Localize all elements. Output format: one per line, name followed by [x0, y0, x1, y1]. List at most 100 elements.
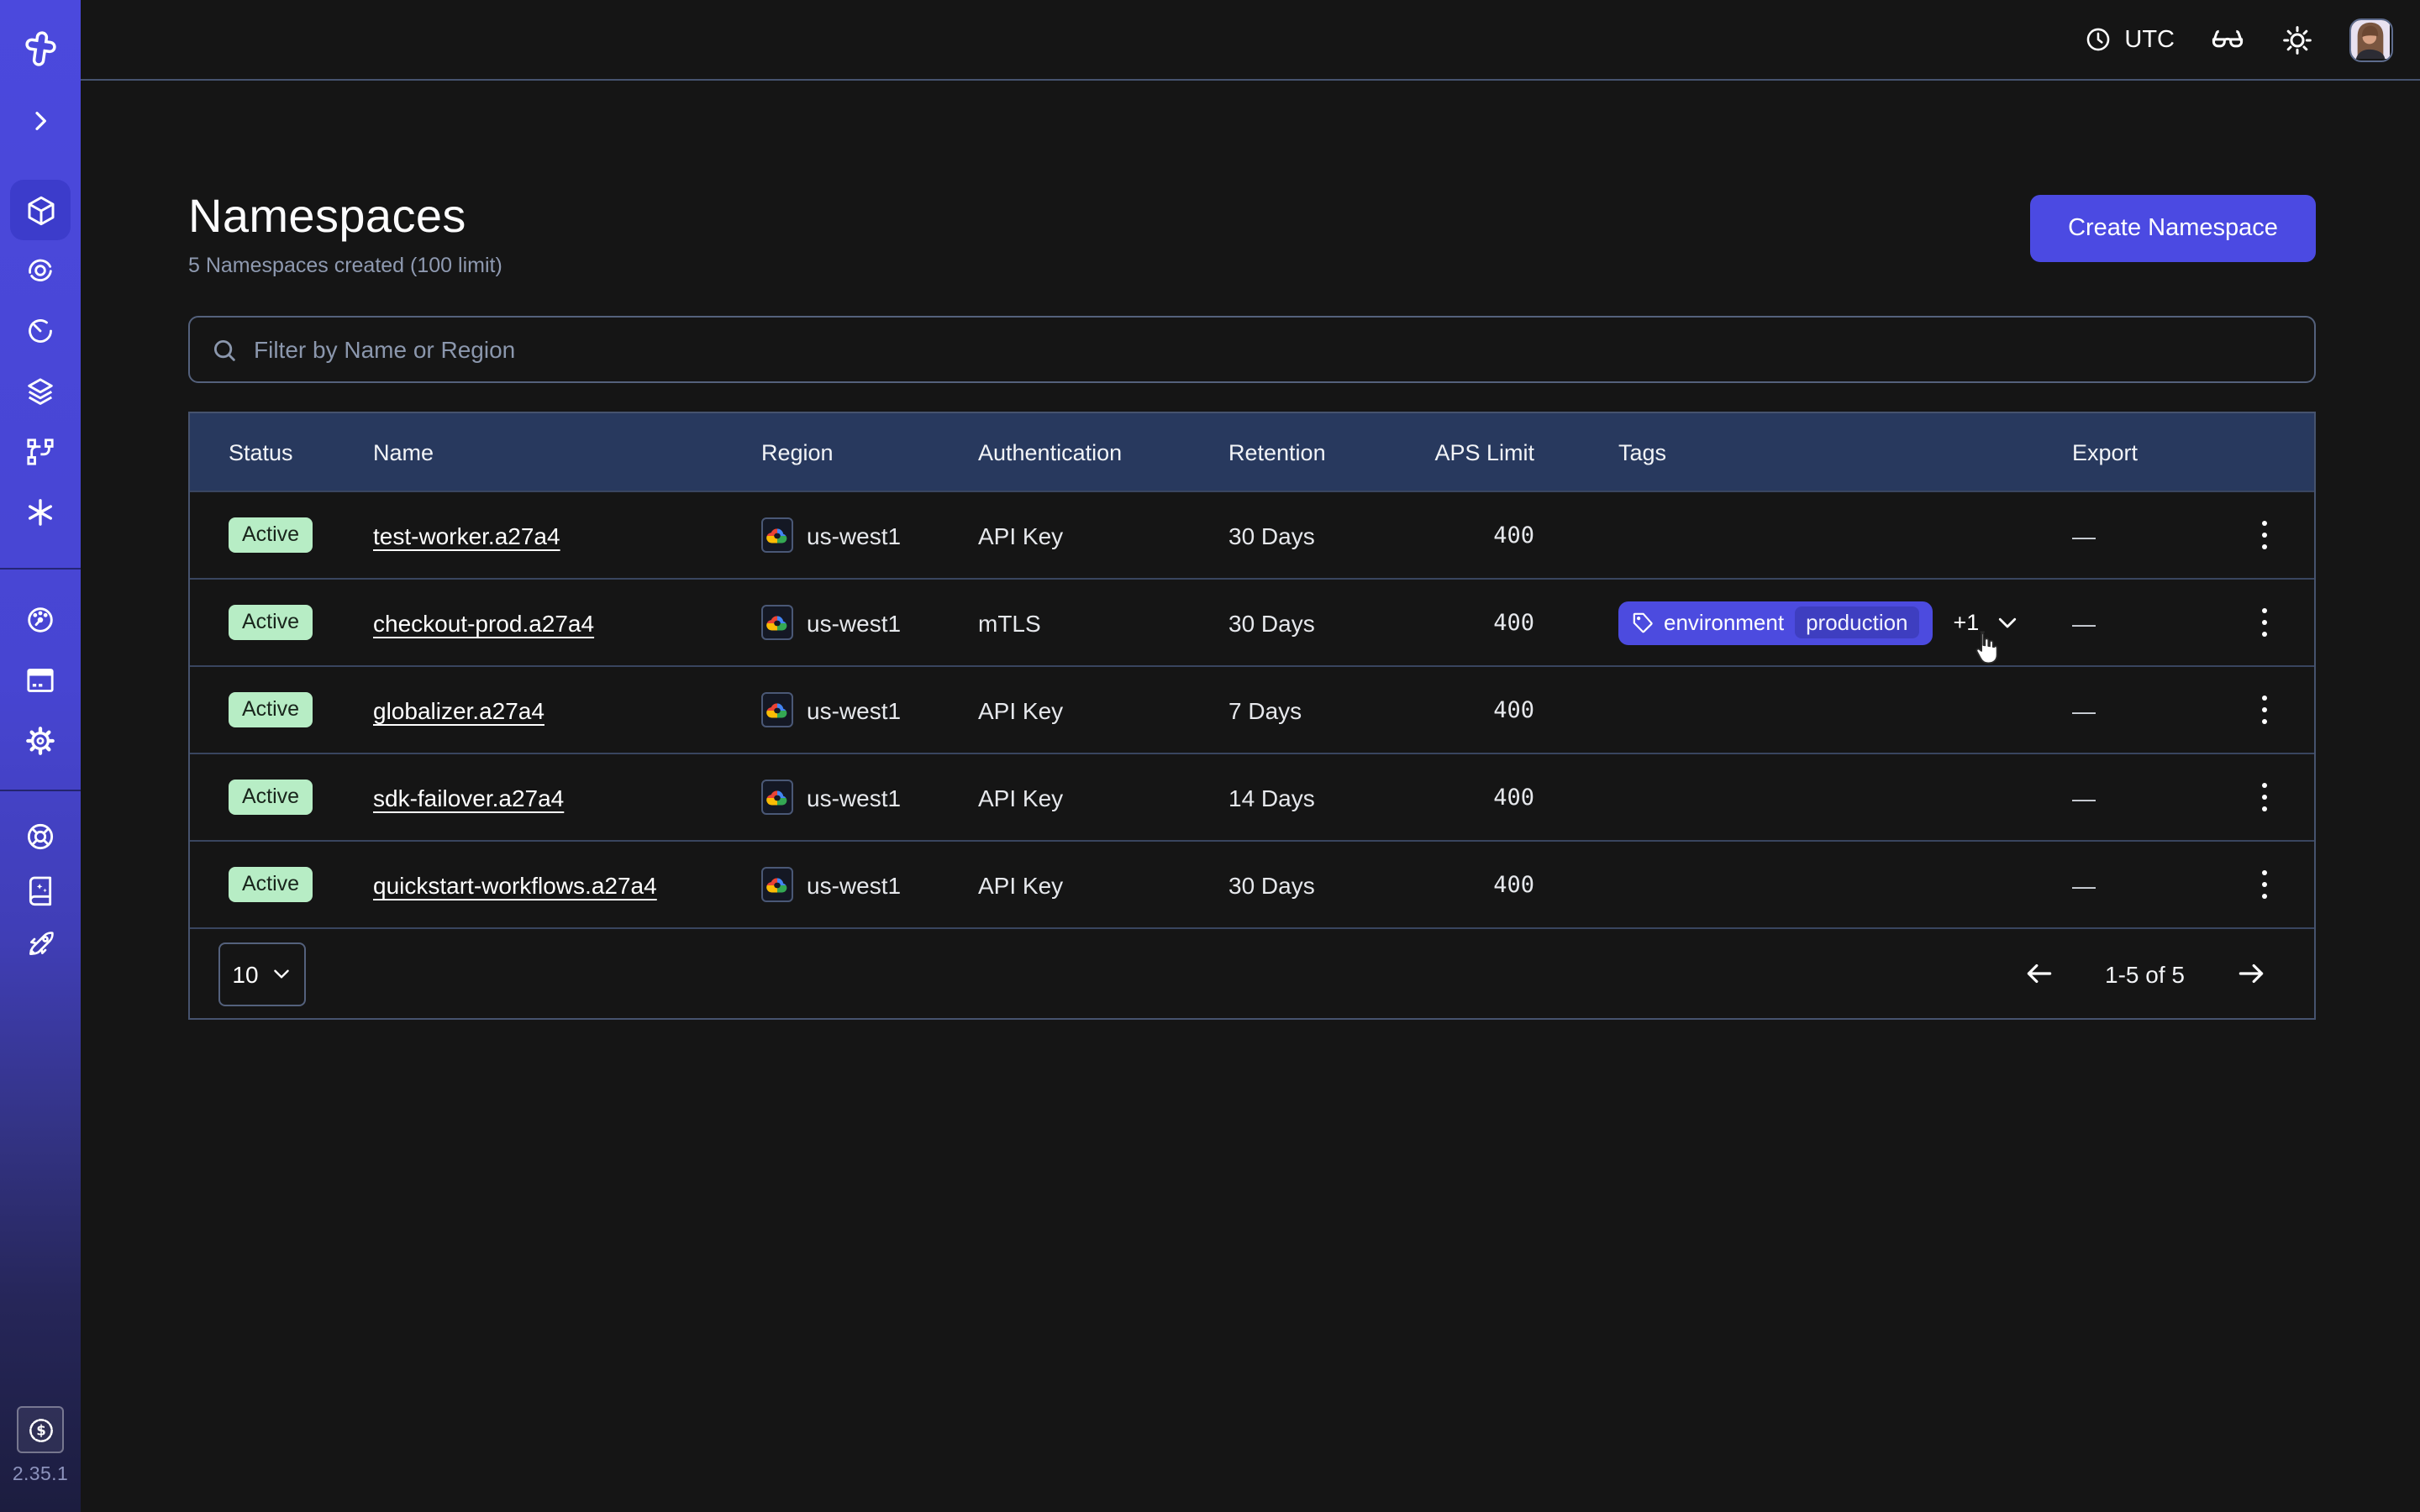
cube-icon — [23, 192, 58, 228]
sidebar-item-nexus[interactable] — [10, 482, 71, 543]
dollar-seal-icon: $ — [24, 1414, 56, 1446]
avatar-photo — [2351, 19, 2390, 58]
tags-cell: environment production +1 — [1555, 601, 2045, 644]
region-label: us-west1 — [807, 871, 901, 898]
temporal-logo-icon[interactable] — [10, 24, 71, 74]
status-badge: Active — [229, 780, 313, 815]
iris-icon — [24, 254, 57, 287]
table-row[interactable]: Active sdk-failover.a27a4 us-west1 API K… — [190, 753, 2314, 840]
sun-icon — [2281, 23, 2314, 56]
sidebar-item-workflows[interactable] — [10, 240, 71, 301]
namespace-link[interactable]: sdk-failover.a27a4 — [373, 784, 564, 811]
glasses-icon — [2210, 22, 2245, 57]
retention-value: 30 Days — [1202, 522, 1392, 549]
sidebar-item-deployments[interactable] — [10, 361, 71, 422]
svg-text:$: $ — [35, 1422, 45, 1438]
prev-page-button[interactable] — [2016, 951, 2061, 996]
page-title: Namespaces — [188, 190, 502, 244]
tag-pill[interactable]: environment production — [1618, 601, 1933, 644]
page-size-value: 10 — [232, 960, 258, 987]
export-value: — — [2072, 696, 2096, 723]
create-namespace-button[interactable]: Create Namespace — [2030, 195, 2316, 262]
tag-key: environment — [1664, 610, 1784, 635]
sidebar: $ 2.35.1 — [0, 0, 81, 1512]
pagination-range: 1-5 of 5 — [2105, 960, 2185, 987]
col-aps-limit: APS Limit — [1392, 439, 1555, 465]
labs-toggle-button[interactable] — [2210, 22, 2245, 57]
row-menu-button[interactable] — [2251, 685, 2277, 735]
status-badge: Active — [229, 605, 313, 640]
retention-value: 14 Days — [1202, 784, 1392, 811]
export-value: — — [2072, 784, 2096, 811]
region-label: us-west1 — [807, 696, 901, 723]
next-page-button[interactable] — [2228, 951, 2274, 996]
namespace-link[interactable]: globalizer.a27a4 — [373, 696, 544, 723]
filter-bar — [188, 316, 2316, 383]
row-menu-button[interactable] — [2251, 773, 2277, 822]
table-row[interactable]: Active globalizer.a27a4 us-west1 API Key… — [190, 665, 2314, 753]
gear-icon — [24, 724, 57, 758]
auth-value: API Key — [951, 696, 1202, 723]
namespace-link[interactable]: quickstart-workflows.a27a4 — [373, 871, 657, 898]
namespace-link[interactable]: checkout-prod.a27a4 — [373, 609, 594, 636]
search-icon — [210, 335, 239, 364]
sidebar-item-credits[interactable]: $ — [17, 1406, 64, 1453]
main-content: Namespaces 5 Namespaces created (100 lim… — [81, 82, 2420, 1512]
arrow-left-icon — [2023, 958, 2054, 990]
timer-icon — [24, 314, 57, 348]
gcp-cloud-icon — [761, 605, 793, 640]
temporal-knot-icon — [22, 30, 59, 67]
table-row[interactable]: Active quickstart-workflows.a27a4 us-wes… — [190, 840, 2314, 927]
table-row[interactable]: Active checkout-prod.a27a4 us-west1 mTLS… — [190, 578, 2314, 665]
sidebar-item-usage[interactable] — [10, 590, 71, 650]
page-subtitle: 5 Namespaces created (100 limit) — [188, 254, 502, 277]
user-avatar[interactable] — [2349, 18, 2393, 61]
sidebar-divider — [0, 568, 81, 570]
timezone-selector[interactable]: UTC — [2084, 25, 2175, 54]
aps-value: 400 — [1392, 609, 1555, 636]
table-row[interactable]: Active test-worker.a27a4 us-west1 API Ke… — [190, 491, 2314, 578]
row-menu-button[interactable] — [2251, 860, 2277, 910]
tags-expand-button[interactable] — [1994, 610, 2019, 635]
col-status: Status — [190, 439, 346, 465]
clock-icon — [2084, 25, 2112, 54]
row-menu-button[interactable] — [2251, 511, 2277, 560]
gcp-cloud-icon — [761, 692, 793, 727]
tags-more-count: +1 — [1954, 610, 1980, 635]
sidebar-item-namespaces[interactable] — [10, 180, 71, 240]
col-authentication: Authentication — [951, 439, 1202, 465]
region-label: us-west1 — [807, 609, 901, 636]
gcp-cloud-icon — [761, 780, 793, 815]
theme-toggle-button[interactable] — [2281, 23, 2314, 56]
app-window: $ 2.35.1 UTC — [0, 0, 2420, 1512]
sidebar-item-schedules[interactable] — [10, 301, 71, 361]
gcp-cloud-icon — [761, 517, 793, 553]
auth-value: API Key — [951, 522, 1202, 549]
namespaces-table: Status Name Region Authentication Retent… — [188, 412, 2316, 1020]
page-size-select[interactable]: 10 — [218, 942, 306, 1005]
sidebar-item-getting-started[interactable] — [10, 917, 71, 971]
namespace-link[interactable]: test-worker.a27a4 — [373, 522, 560, 549]
sidebar-expand-button[interactable] — [10, 97, 71, 144]
export-value: — — [2072, 522, 2096, 549]
filter-input[interactable] — [254, 336, 2294, 363]
browser-card-icon — [24, 664, 57, 697]
aps-value: 400 — [1392, 522, 1555, 549]
col-export: Export — [2045, 439, 2314, 465]
col-tags: Tags — [1555, 439, 2045, 465]
retention-value: 30 Days — [1202, 871, 1392, 898]
region-label: us-west1 — [807, 522, 901, 549]
asterisk-icon — [24, 496, 57, 529]
sidebar-item-settings[interactable] — [10, 711, 71, 771]
tag-value: production — [1794, 606, 1919, 638]
sidebar-item-billing[interactable] — [10, 650, 71, 711]
sidebar-item-support[interactable] — [10, 810, 71, 864]
col-region: Region — [734, 439, 951, 465]
rocket-icon — [24, 927, 57, 961]
branch-icon — [24, 435, 57, 469]
auth-value: API Key — [951, 784, 1202, 811]
row-menu-button[interactable] — [2251, 598, 2277, 648]
chevron-down-icon — [271, 963, 292, 984]
sidebar-item-docs[interactable] — [10, 864, 71, 917]
sidebar-item-pipelines[interactable] — [10, 422, 71, 482]
